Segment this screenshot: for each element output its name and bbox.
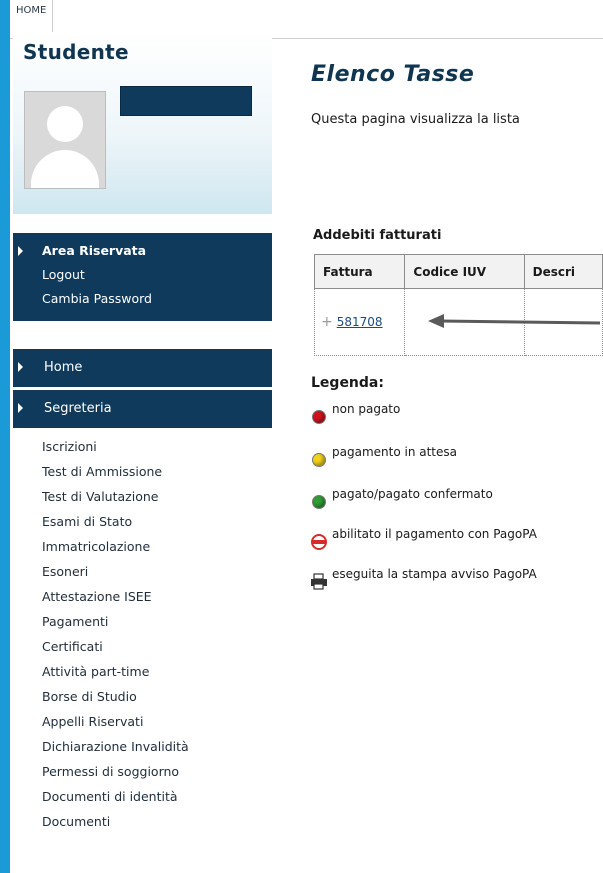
cell-fattura: +581708 [313,288,406,356]
page-title: Elenco Tasse [311,62,475,87]
invoice-link[interactable]: 581708 [337,315,383,329]
segreteria-menu: Iscrizioni Test di Ammissione Test di Va… [42,434,189,834]
menu-item-test-ammissione[interactable]: Test di Ammissione [42,459,189,484]
column-header-descrizione: Descri [523,254,603,289]
section-title: Addebiti fatturati [313,228,442,243]
menu-item-borse-studio[interactable]: Borse di Studio [42,684,189,709]
avatar [24,91,106,189]
menu-item-permessi-soggiorno[interactable]: Permessi di soggiorno [42,759,189,784]
nav-home[interactable]: Home [13,349,272,387]
menu-item-appelli-riservati[interactable]: Appelli Riservati [42,709,189,734]
annotation-arrow-icon [428,314,601,328]
menu-item-esoneri[interactable]: Esoneri [42,559,189,584]
menu-item-pagamenti[interactable]: Pagamenti [42,609,189,634]
app-frame: HOME Studente Area Riservata Logout Camb… [10,0,603,873]
logout-link[interactable]: Logout [42,267,85,282]
green-dot-icon [310,493,326,509]
area-riservata-panel: Area Riservata Logout Cambia Password [13,233,272,321]
legend-label: pagato/pagato confermato [332,487,493,501]
menu-item-dichiarazione-invalidita[interactable]: Dichiarazione Invalidità [42,734,189,759]
column-header-fattura: Fattura [313,254,406,289]
yellow-dot-icon [310,451,326,467]
menu-item-immatricolazione[interactable]: Immatricolazione [42,534,189,559]
printer-icon [310,573,327,590]
cambia-password-link[interactable]: Cambia Password [42,291,152,306]
avatar-body-icon [31,150,99,188]
menu-item-iscrizioni[interactable]: Iscrizioni [42,434,189,459]
legend-label: non pagato [332,402,401,416]
red-dot-icon [310,408,326,424]
nav-segreteria[interactable]: Segreteria [13,390,272,428]
menu-item-test-valutazione[interactable]: Test di Valutazione [42,484,189,509]
legend-title: Legenda: [311,375,384,391]
legend-label: abilitato il pagamento con PagoPA [332,527,537,541]
page-description: Questa pagina visualizza la lista [311,112,520,127]
menu-item-documenti-identita[interactable]: Documenti di identità [42,784,189,809]
tab-home[interactable]: HOME [10,0,54,36]
menu-item-esami-stato[interactable]: Esami di Stato [42,509,189,534]
column-header-codice-iuv: Codice IUV [404,254,525,289]
legend-label: pagamento in attesa [332,445,457,459]
menu-item-attestazione-isee[interactable]: Attestazione ISEE [42,584,189,609]
area-riservata-title[interactable]: Area Riservata [42,243,146,258]
pagopa-icon [310,533,327,550]
avatar-head-icon [47,106,83,142]
nav-home-label: Home [44,360,83,375]
triangle-right-icon [18,362,23,372]
triangle-right-icon [18,246,23,256]
legend-label: eseguita la stampa avviso PagoPA [332,567,537,581]
student-title: Studente [23,40,129,64]
triangle-right-icon [18,403,23,413]
menu-item-certificati[interactable]: Certificati [42,634,189,659]
expand-plus-icon[interactable]: + [321,314,333,330]
menu-item-documenti[interactable]: Documenti [42,809,189,834]
student-name-redacted [120,86,252,116]
nav-segreteria-label: Segreteria [44,401,112,416]
menu-item-attivita-part-time[interactable]: Attività part-time [42,659,189,684]
